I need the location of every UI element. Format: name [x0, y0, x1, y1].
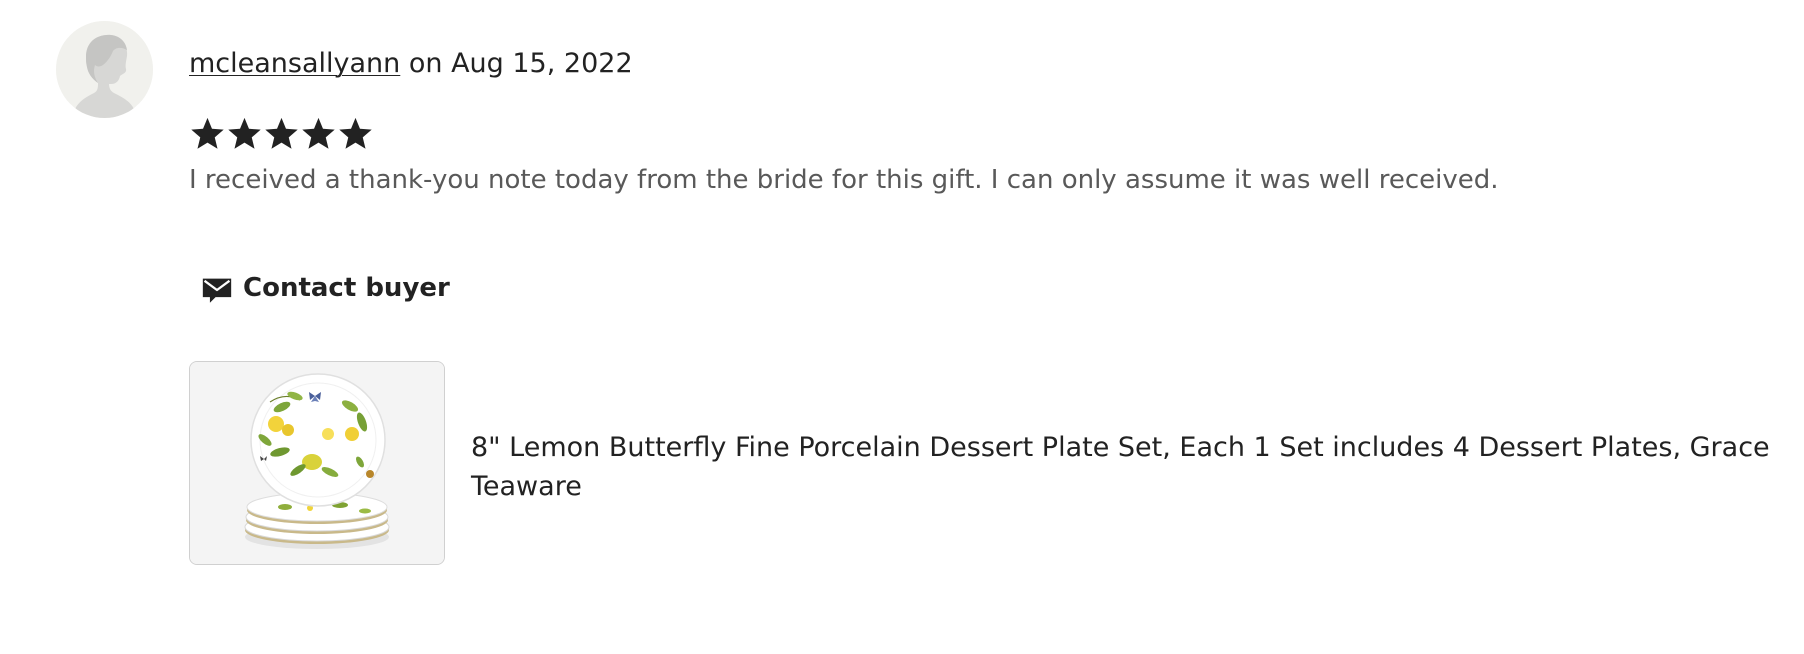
contact-buyer-label: Contact buyer: [243, 273, 450, 303]
star-filled-icon: [191, 117, 224, 149]
star-filled-icon: [228, 117, 261, 149]
reviewer-avatar[interactable]: [56, 21, 153, 118]
review-header: mcleansallyann on Aug 15, 2022: [189, 46, 633, 82]
default-user-icon: [56, 21, 153, 118]
review-text: I received a thank-you note today from t…: [189, 165, 1499, 195]
product-title-link[interactable]: 8" Lemon Butterfly Fine Porcelain Desser…: [471, 428, 1791, 506]
star-rating: [189, 114, 374, 154]
star-filled-icon: [302, 117, 335, 149]
star-filled-icon: [265, 117, 298, 149]
product-thumbnail[interactable]: [189, 361, 445, 565]
date-prefix: on: [400, 48, 452, 79]
review-date: Aug 15, 2022: [451, 48, 633, 79]
star-filled-icon: [339, 117, 372, 149]
lemon-plate-image: [190, 362, 444, 564]
envelope-icon: [202, 278, 232, 303]
reviewer-name-link[interactable]: mcleansallyann: [189, 48, 400, 79]
contact-buyer-button[interactable]: Contact buyer: [200, 268, 450, 308]
